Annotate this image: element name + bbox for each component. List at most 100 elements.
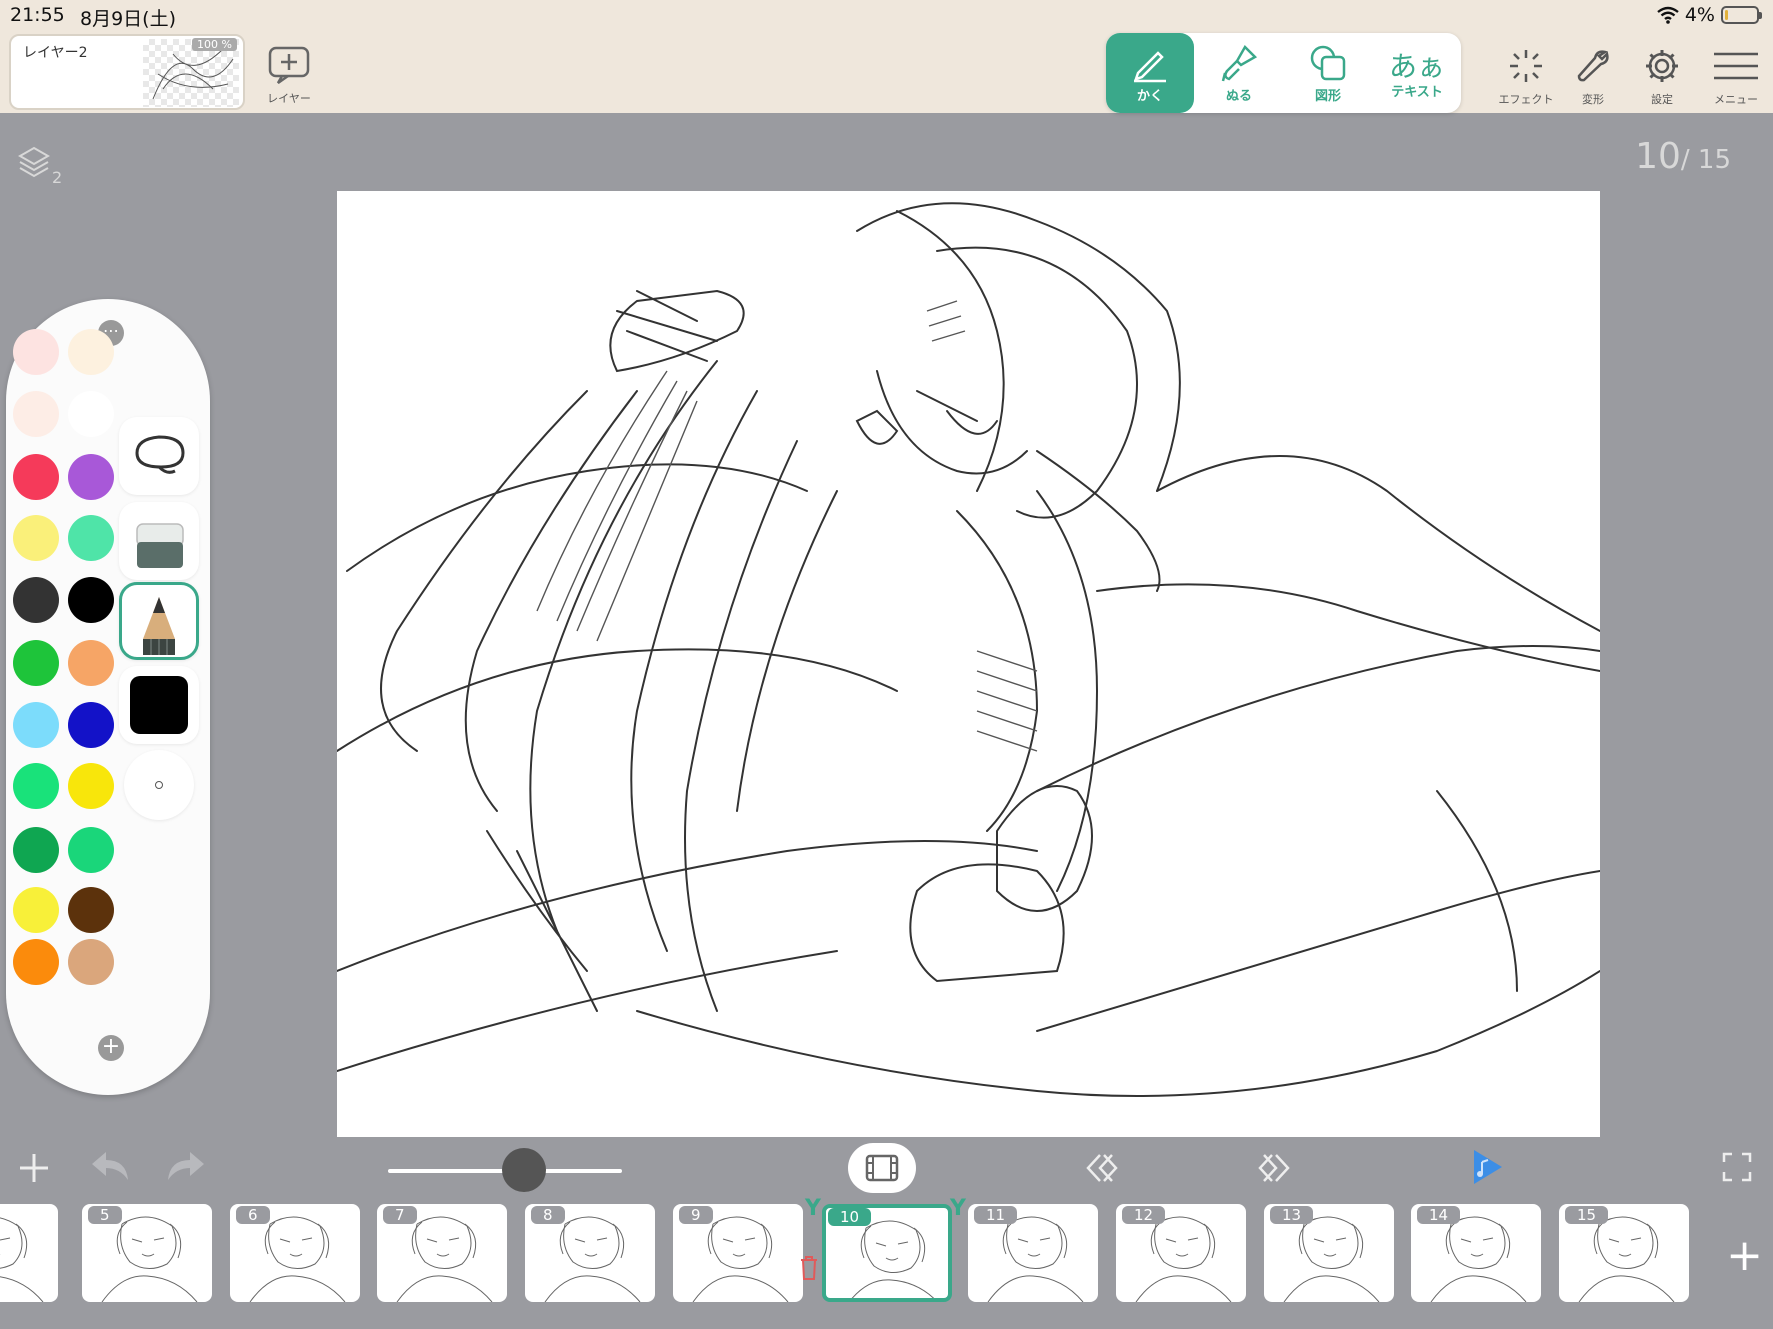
current-layer-thumbnail[interactable]: レイヤー2 100 % bbox=[9, 34, 245, 110]
layers-icon bbox=[17, 146, 51, 178]
play-button[interactable] bbox=[1470, 1148, 1504, 1190]
frame-sketch bbox=[0, 1217, 44, 1302]
frame-number: 11 bbox=[974, 1206, 1018, 1224]
color-swatch[interactable] bbox=[68, 763, 114, 809]
color-swatch[interactable] bbox=[13, 577, 59, 623]
film-view-button[interactable] bbox=[848, 1143, 916, 1193]
color-palette: ⋯ + bbox=[6, 299, 210, 1095]
undo-button[interactable] bbox=[90, 1148, 130, 1188]
frame-thumbnail[interactable]: 5 bbox=[82, 1204, 212, 1302]
draw-tool-button[interactable]: かく bbox=[1106, 33, 1194, 113]
slider-knob[interactable] bbox=[502, 1148, 546, 1192]
battery-icon bbox=[1721, 6, 1762, 24]
sketch-drawing bbox=[337, 202, 1600, 1097]
frame-thumbnail[interactable]: 10 bbox=[822, 1204, 952, 1302]
frame-thumbnail[interactable]: 8 bbox=[525, 1204, 655, 1302]
status-right: 4% bbox=[1657, 4, 1762, 26]
frame-thumbnail[interactable]: 12 bbox=[1116, 1204, 1246, 1302]
redo-icon bbox=[168, 1152, 204, 1180]
color-swatch[interactable] bbox=[68, 577, 114, 623]
color-swatch[interactable] bbox=[13, 454, 59, 500]
frame-thumbnail[interactable]: 9 bbox=[673, 1204, 803, 1302]
pencil-tool-button[interactable] bbox=[119, 582, 199, 660]
frame-number: 9 bbox=[679, 1206, 713, 1224]
pencil-icon bbox=[143, 597, 175, 655]
color-swatch[interactable] bbox=[13, 640, 59, 686]
color-swatch[interactable] bbox=[13, 702, 59, 748]
frame-thumbnail[interactable]: 13 bbox=[1264, 1204, 1394, 1302]
pen-icon bbox=[1134, 51, 1166, 83]
drawing-canvas[interactable] bbox=[337, 191, 1600, 1137]
add-frame-button[interactable]: + bbox=[1726, 1234, 1763, 1278]
frame-number: 8 bbox=[531, 1206, 565, 1224]
menu-button[interactable]: メニュー bbox=[1706, 48, 1766, 107]
next-frame-button[interactable] bbox=[1258, 1153, 1292, 1187]
color-swatch[interactable] bbox=[68, 454, 114, 500]
draw-tool-label: かく bbox=[1136, 89, 1163, 104]
color-swatch[interactable] bbox=[13, 515, 59, 561]
text-tool-button[interactable]: あぁ テキスト bbox=[1373, 33, 1461, 113]
layer-opacity: 100 % bbox=[192, 38, 237, 51]
effect-button[interactable]: エフェクト bbox=[1496, 48, 1556, 107]
plus-icon bbox=[20, 1154, 48, 1182]
effect-icon bbox=[1510, 50, 1542, 82]
transform-label: 変形 bbox=[1582, 93, 1604, 106]
range-end-marker[interactable]: Y bbox=[950, 1196, 966, 1221]
color-swatch[interactable] bbox=[13, 391, 59, 437]
color-swatch[interactable] bbox=[68, 391, 114, 437]
settings-button[interactable]: 設定 bbox=[1632, 48, 1692, 107]
gear-icon bbox=[1646, 50, 1678, 82]
color-swatch[interactable] bbox=[68, 515, 114, 561]
delete-frame-button[interactable] bbox=[799, 1255, 819, 1285]
transform-button[interactable]: 変形 bbox=[1563, 48, 1623, 107]
previous-frame-button[interactable] bbox=[1084, 1153, 1118, 1187]
frame-thumbnail[interactable]: 11 bbox=[968, 1204, 1098, 1302]
frame-number: 15 bbox=[1565, 1206, 1609, 1224]
color-swatch[interactable] bbox=[68, 702, 114, 748]
redo-button[interactable] bbox=[166, 1148, 206, 1188]
fill-tool-button[interactable]: ぬる bbox=[1195, 33, 1283, 113]
color-swatch[interactable] bbox=[68, 640, 114, 686]
fullscreen-button[interactable] bbox=[1722, 1152, 1752, 1186]
frame-thumbnail[interactable]: 15 bbox=[1559, 1204, 1689, 1302]
layers-indicator[interactable]: 2 bbox=[17, 146, 62, 187]
color-swatch[interactable] bbox=[68, 939, 114, 985]
add-layer-button[interactable]: レイヤー bbox=[266, 46, 312, 106]
frame-counter: 10/ 15 bbox=[1635, 136, 1731, 177]
color-swatch[interactable] bbox=[68, 887, 114, 933]
color-swatch[interactable] bbox=[68, 827, 114, 873]
lasso-icon bbox=[135, 435, 185, 474]
status-time: 21:55 bbox=[10, 4, 65, 26]
lasso-tool-button[interactable] bbox=[119, 417, 199, 495]
current-color-button[interactable] bbox=[119, 666, 199, 744]
add-color-button[interactable]: + bbox=[98, 1035, 124, 1061]
frame-number: 5 bbox=[88, 1206, 122, 1224]
range-start-marker[interactable]: Y bbox=[805, 1196, 821, 1221]
menu-label: メニュー bbox=[1714, 93, 1758, 106]
color-swatch[interactable] bbox=[13, 827, 59, 873]
color-swatch[interactable] bbox=[13, 763, 59, 809]
frame-thumbnail[interactable]: 6 bbox=[230, 1204, 360, 1302]
color-swatch[interactable] bbox=[13, 329, 59, 375]
frame-thumbnail[interactable] bbox=[0, 1204, 58, 1302]
menu-icon bbox=[1714, 52, 1758, 80]
color-swatch[interactable] bbox=[13, 939, 59, 985]
frame-number: 10 bbox=[828, 1208, 872, 1226]
frame-thumbnail[interactable]: 7 bbox=[377, 1204, 507, 1302]
eraser-tool-button[interactable] bbox=[119, 502, 199, 580]
frame-number: 6 bbox=[236, 1206, 270, 1224]
text-tool-label: テキスト bbox=[1391, 85, 1443, 100]
text-icon: あぁ bbox=[1388, 50, 1445, 83]
layer-name: レイヤー2 bbox=[23, 45, 88, 61]
color-swatch[interactable] bbox=[68, 329, 114, 375]
battery-percent: 4% bbox=[1684, 4, 1715, 26]
frame-number: 12 bbox=[1122, 1206, 1166, 1224]
frame-thumbnail[interactable]: 14 bbox=[1411, 1204, 1541, 1302]
frame-number: 14 bbox=[1417, 1206, 1461, 1224]
add-button[interactable] bbox=[16, 1150, 52, 1190]
trash-icon bbox=[801, 1256, 817, 1280]
shape-tool-button[interactable]: 図形 bbox=[1284, 33, 1372, 113]
wifi-icon bbox=[1657, 6, 1679, 24]
brush-size-button[interactable] bbox=[124, 750, 194, 820]
color-swatch[interactable] bbox=[13, 887, 59, 933]
